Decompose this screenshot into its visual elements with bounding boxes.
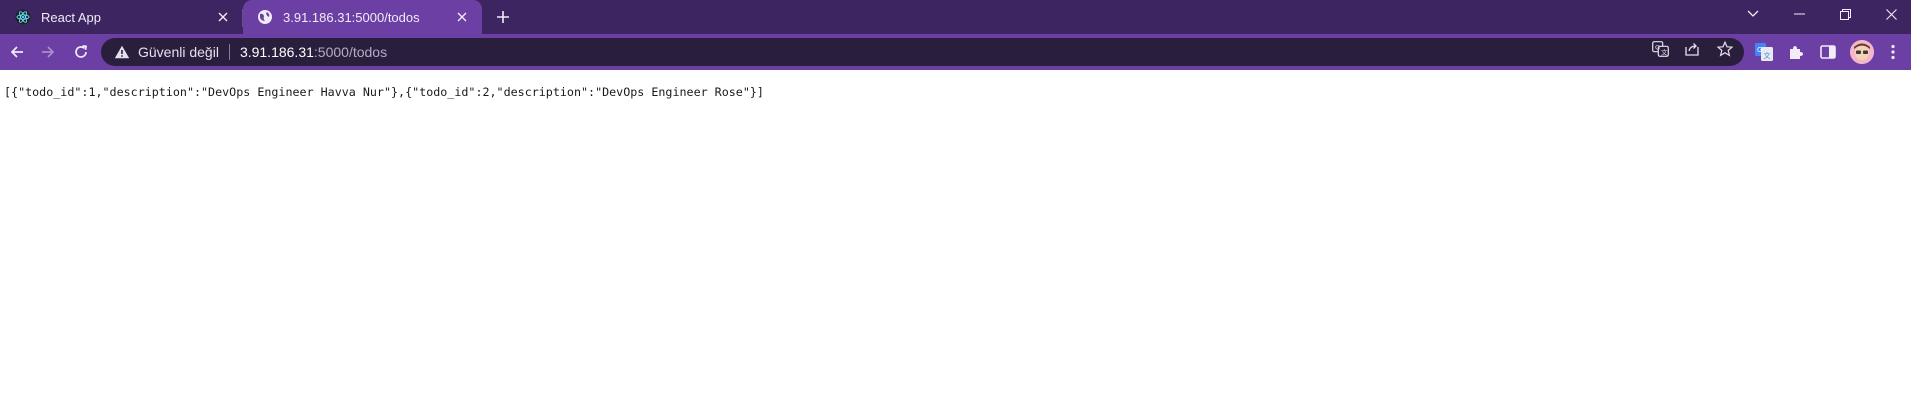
chevron-down-icon xyxy=(1747,10,1759,17)
browser-toolbar: Güvenli değil 3.91.186.31:5000/todos G 文… xyxy=(0,34,1911,70)
restore-icon xyxy=(1839,8,1851,20)
globe-icon xyxy=(257,9,273,25)
react-icon xyxy=(15,9,31,25)
restore-button[interactable] xyxy=(1822,0,1868,28)
tab-title: 3.91.186.31:5000/todos xyxy=(283,9,420,25)
url-path: :5000/todos xyxy=(313,44,388,60)
warning-icon[interactable] xyxy=(114,44,130,60)
close-tab-icon[interactable] xyxy=(452,7,472,27)
translate-icon[interactable]: G 文 xyxy=(1651,40,1669,58)
arrow-right-icon xyxy=(42,46,55,58)
url-host: 3.91.186.31 xyxy=(239,44,314,60)
reload-icon xyxy=(75,45,87,58)
plus-icon xyxy=(497,11,509,23)
tab-todos[interactable]: 3.91.186.31:5000/todos xyxy=(243,0,482,34)
share-icon[interactable] xyxy=(1683,40,1701,58)
page-content: [{"todo_id":1,"description":"DevOps Engi… xyxy=(0,70,1911,410)
svg-text:文: 文 xyxy=(1661,48,1668,57)
reload-button[interactable] xyxy=(67,38,95,66)
google-translate-icon[interactable]: G 文 xyxy=(1753,41,1775,63)
side-panel-icon[interactable] xyxy=(1817,41,1839,63)
url-text[interactable]: 3.91.186.31:5000/todos xyxy=(240,44,387,60)
svg-text:文: 文 xyxy=(1764,51,1771,60)
tab-strip: React App 3.91.186.31:5000/todos xyxy=(0,0,1911,34)
omnibox-divider xyxy=(228,44,230,60)
back-button[interactable] xyxy=(3,38,31,66)
tab-react-app[interactable]: React App xyxy=(0,0,243,34)
arrow-left-icon xyxy=(10,46,23,58)
forward-button[interactable] xyxy=(34,38,62,66)
menu-icon[interactable] xyxy=(1882,41,1904,63)
address-bar[interactable]: Güvenli değil 3.91.186.31:5000/todos xyxy=(101,38,1744,66)
tab-title: React App xyxy=(41,9,101,25)
svg-text:G: G xyxy=(1655,44,1660,52)
tab-search-button[interactable] xyxy=(1730,0,1776,28)
avatar[interactable] xyxy=(1850,40,1874,64)
security-label[interactable]: Güvenli değil xyxy=(138,44,219,60)
puzzle-icon[interactable] xyxy=(1785,41,1807,63)
json-response-text: [{"todo_id":1,"description":"DevOps Engi… xyxy=(4,85,764,99)
minimize-icon xyxy=(1793,13,1805,15)
new-tab-button[interactable] xyxy=(490,5,516,29)
minimize-button[interactable] xyxy=(1776,0,1822,28)
close-icon xyxy=(1885,8,1897,20)
star-icon[interactable] xyxy=(1716,40,1734,58)
close-window-button[interactable] xyxy=(1868,0,1911,28)
close-tab-icon[interactable] xyxy=(213,7,233,27)
svg-text:G: G xyxy=(1757,46,1762,54)
